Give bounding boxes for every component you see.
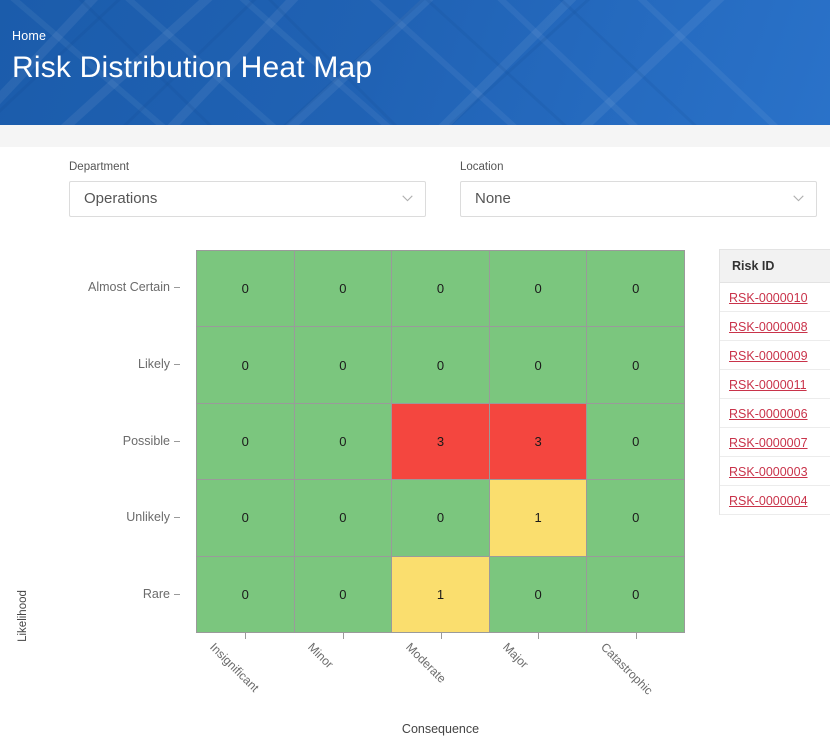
breadcrumb-home[interactable]: Home	[12, 28, 372, 44]
department-label: Department	[69, 160, 426, 174]
heatmap-cell[interactable]: 0	[295, 557, 392, 632]
x-axis-tick-mark	[343, 633, 344, 639]
location-filter-group: Location None	[460, 160, 817, 217]
risk-id-link[interactable]: RSK-0000003	[729, 465, 808, 479]
x-axis-tick-label: Insignificant	[207, 640, 262, 695]
risk-id-row: RSK-0000006	[720, 399, 830, 428]
heatmap-cell[interactable]: 0	[587, 327, 684, 402]
page-header-banner: Home Risk Distribution Heat Map	[0, 0, 830, 125]
sub-header-band	[0, 125, 830, 147]
location-label: Location	[460, 160, 817, 174]
heatmap-cell[interactable]: 0	[295, 404, 392, 479]
risk-id-row: RSK-0000007	[720, 428, 830, 457]
heatmap-cell[interactable]: 0	[392, 480, 489, 555]
x-axis-tick-label: Moderate	[403, 640, 449, 686]
heatmap-cell[interactable]: 0	[587, 251, 684, 326]
y-axis-tick-label: Likely	[138, 357, 170, 373]
x-axis-tick-label: Major	[500, 640, 531, 671]
y-axis-tick-mark	[174, 287, 180, 288]
heatmap-cell[interactable]: 0	[490, 251, 587, 326]
heatmap-cell[interactable]: 0	[392, 251, 489, 326]
heatmap-cell[interactable]: 0	[295, 480, 392, 555]
heatmap-cell[interactable]: 0	[392, 327, 489, 402]
risk-id-row: RSK-0000003	[720, 457, 830, 486]
heatmap-cell[interactable]: 1	[392, 557, 489, 632]
heatmap-cell[interactable]: 0	[587, 404, 684, 479]
heatmap-cell[interactable]: 0	[197, 327, 294, 402]
heatmap-cell[interactable]: 0	[197, 480, 294, 555]
y-axis-tick-label: Possible	[123, 434, 170, 450]
x-axis-title: Consequence	[196, 722, 685, 736]
x-axis-tick-marks	[196, 633, 685, 640]
risk-id-link[interactable]: RSK-0000009	[729, 349, 808, 363]
y-axis-tick-mark	[174, 594, 180, 595]
page-title: Risk Distribution Heat Map	[12, 49, 372, 87]
risk-id-link[interactable]: RSK-0000010	[729, 291, 808, 305]
y-axis-title: Likelihood	[17, 561, 29, 671]
risk-id-row: RSK-0000011	[720, 370, 830, 399]
risk-id-column-header: Risk ID	[720, 250, 830, 283]
location-selected-value: None	[475, 182, 511, 216]
heatmap-cell[interactable]: 0	[490, 327, 587, 402]
heatmap-cell[interactable]: 0	[587, 557, 684, 632]
risk-id-row: RSK-0000010	[720, 283, 830, 312]
risk-id-row: RSK-0000008	[720, 312, 830, 341]
heatmap-cell[interactable]: 0	[295, 251, 392, 326]
heatmap-cell[interactable]: 0	[197, 404, 294, 479]
y-axis-tick-mark	[174, 364, 180, 365]
x-axis-tick-mark	[245, 633, 246, 639]
risk-id-row: RSK-0000009	[720, 341, 830, 370]
department-filter-group: Department Operations	[69, 160, 426, 217]
y-axis-tick-mark	[174, 441, 180, 442]
y-axis-tick-label: Unlikely	[126, 510, 170, 526]
heatmap-cell[interactable]: 0	[587, 480, 684, 555]
department-select[interactable]: Operations	[69, 181, 426, 217]
filter-row: Department Operations Location None	[0, 160, 830, 230]
heatmap-cell[interactable]: 3	[392, 404, 489, 479]
header-text-group: Home Risk Distribution Heat Map	[12, 28, 372, 87]
heatmap-cell[interactable]: 0	[295, 327, 392, 402]
x-axis-tick-labels: Insignificant Minor Moderate Major Catastrop…	[196, 640, 685, 735]
risk-id-link[interactable]: RSK-0000004	[729, 494, 808, 508]
x-axis-tick-label: Catastrophic	[598, 640, 656, 698]
chevron-down-icon	[402, 195, 413, 202]
department-selected-value: Operations	[84, 182, 157, 216]
heatmap-cell[interactable]: 0	[197, 251, 294, 326]
risk-id-link[interactable]: RSK-0000011	[729, 378, 807, 392]
location-select[interactable]: None	[460, 181, 817, 217]
risk-id-link[interactable]: RSK-0000008	[729, 320, 808, 334]
x-axis-tick-label: Minor	[305, 640, 336, 671]
y-axis-tick-label: Almost Certain	[88, 280, 170, 296]
heatmap-cell[interactable]: 1	[490, 480, 587, 555]
x-axis-tick-mark	[538, 633, 539, 639]
heatmap-grid: 0000000000003300001000100	[196, 250, 685, 633]
chevron-down-icon	[793, 195, 804, 202]
risk-id-link[interactable]: RSK-0000006	[729, 407, 808, 421]
heatmap-cell[interactable]: 0	[197, 557, 294, 632]
y-axis-tick-mark	[174, 517, 180, 518]
y-axis-tick-label: Rare	[143, 587, 170, 603]
y-axis-tick-labels: Almost Certain Likely Possible Unlikely Rare	[60, 250, 180, 633]
x-axis-tick-mark	[636, 633, 637, 639]
x-axis-tick-mark	[441, 633, 442, 639]
heatmap-chart: Likelihood Almost Certain Likely Possible U…	[0, 240, 830, 748]
risk-id-row-list: RSK-0000010 RSK-0000008 RSK-0000009 RSK-000…	[720, 283, 830, 515]
risk-id-link[interactable]: RSK-0000007	[729, 436, 808, 450]
risk-id-panel: Risk ID RSK-0000010 RSK-0000008 RSK-000000…	[719, 249, 830, 515]
heatmap-cell[interactable]: 0	[490, 557, 587, 632]
risk-id-row: RSK-0000004	[720, 486, 830, 515]
heatmap-cell[interactable]: 3	[490, 404, 587, 479]
